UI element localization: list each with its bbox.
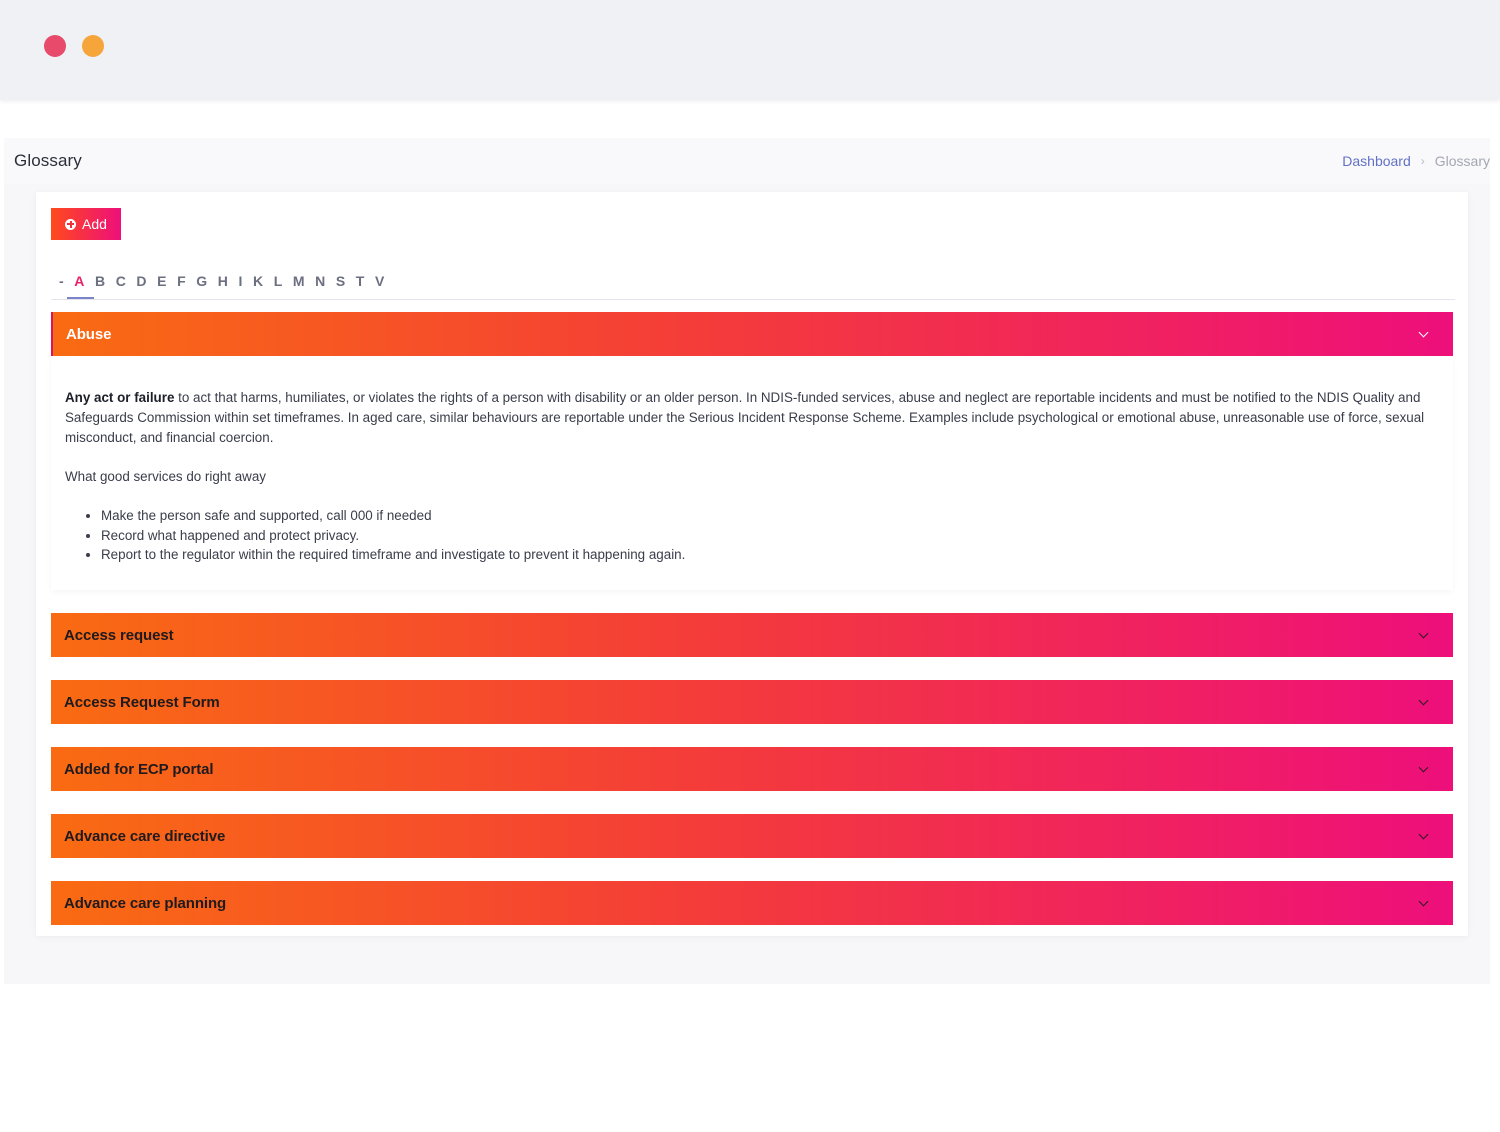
- definition-rest: to act that harms, humiliates, or violat…: [65, 390, 1425, 445]
- breadcrumb-current: Glossary: [1434, 153, 1490, 169]
- minimize-window-dot-icon[interactable]: [82, 35, 104, 57]
- letter-tab-m[interactable]: M: [288, 272, 310, 298]
- letter-tab-i[interactable]: I: [233, 272, 248, 298]
- accordion-header-access-request[interactable]: Access request: [51, 613, 1453, 657]
- accordion-header-advance-care-directive[interactable]: Advance care directive: [51, 814, 1453, 858]
- plus-circle-icon: [65, 218, 77, 230]
- letter-tab-dash[interactable]: -: [54, 272, 69, 298]
- page-title: Glossary: [14, 151, 82, 170]
- letter-filter-tabs: - A B C D E F G H I K L M N S T V: [51, 272, 1455, 300]
- list-item: Record what happened and protect privacy…: [101, 526, 1439, 546]
- page-frame: Glossary Dashboard › Glossary Add - A B …: [4, 138, 1490, 984]
- letter-tab-n[interactable]: N: [310, 272, 331, 298]
- letter-tab-d[interactable]: D: [131, 272, 152, 298]
- chevron-down-icon: [1418, 762, 1429, 773]
- definition-subheading: What good services do right away: [65, 469, 266, 484]
- definition-bold: Any act or failure: [65, 390, 175, 405]
- letter-tab-k[interactable]: K: [248, 272, 269, 298]
- chevron-down-icon: [1418, 327, 1429, 338]
- accordion-header-added-for-ecp-portal[interactable]: Added for ECP portal: [51, 747, 1453, 791]
- action-list: Make the person safe and supported, call…: [65, 506, 1439, 565]
- accordion-title: Advance care planning: [64, 894, 227, 912]
- letter-tab-g[interactable]: G: [191, 272, 213, 298]
- letter-tab-h[interactable]: H: [213, 272, 234, 298]
- letter-tab-c[interactable]: C: [111, 272, 132, 298]
- accordion-title: Abuse: [66, 325, 112, 343]
- letter-tab-l[interactable]: L: [269, 272, 288, 298]
- accordion-header-abuse[interactable]: Abuse: [51, 312, 1453, 356]
- letter-tab-b[interactable]: B: [90, 272, 111, 298]
- accordion-title: Access request: [64, 626, 174, 644]
- add-button-label: Add: [82, 216, 107, 232]
- page-header: Glossary Dashboard › Glossary: [4, 138, 1490, 184]
- window-titlebar: [0, 0, 1500, 100]
- letter-tab-s[interactable]: S: [331, 272, 351, 298]
- accordion-body-abuse: Any act or failure to act that harms, hu…: [51, 358, 1453, 590]
- letter-tab-v[interactable]: V: [370, 272, 390, 298]
- accordion-header-access-request-form[interactable]: Access Request Form: [51, 680, 1453, 724]
- list-item: Make the person safe and supported, call…: [101, 506, 1439, 526]
- accordion-title: Advance care directive: [64, 827, 226, 845]
- letter-tab-f[interactable]: F: [172, 272, 191, 298]
- glossary-card: Add - A B C D E F G H I K L M N S T V Ab…: [36, 192, 1468, 936]
- breadcrumb: Dashboard › Glossary: [1342, 153, 1490, 169]
- definition-text: Any act or failure to act that harms, hu…: [65, 388, 1439, 448]
- accordion-header-advance-care-planning[interactable]: Advance care planning: [51, 881, 1453, 925]
- chevron-down-icon: [1418, 695, 1429, 706]
- letter-tab-a[interactable]: A: [67, 272, 94, 299]
- close-window-dot-icon[interactable]: [44, 35, 66, 57]
- accordion-title: Added for ECP portal: [64, 760, 214, 778]
- letter-tab-e[interactable]: E: [152, 272, 172, 298]
- list-item: Report to the regulator within the requi…: [101, 545, 1439, 565]
- breadcrumb-dashboard-link[interactable]: Dashboard: [1342, 153, 1411, 169]
- add-button[interactable]: Add: [51, 208, 121, 240]
- chevron-down-icon: [1418, 829, 1429, 840]
- letter-tab-t[interactable]: T: [351, 272, 370, 298]
- chevron-down-icon: [1418, 628, 1429, 639]
- accordion-title: Access Request Form: [64, 693, 220, 711]
- chevron-down-icon: [1418, 896, 1429, 907]
- breadcrumb-separator-icon: ›: [1420, 154, 1425, 168]
